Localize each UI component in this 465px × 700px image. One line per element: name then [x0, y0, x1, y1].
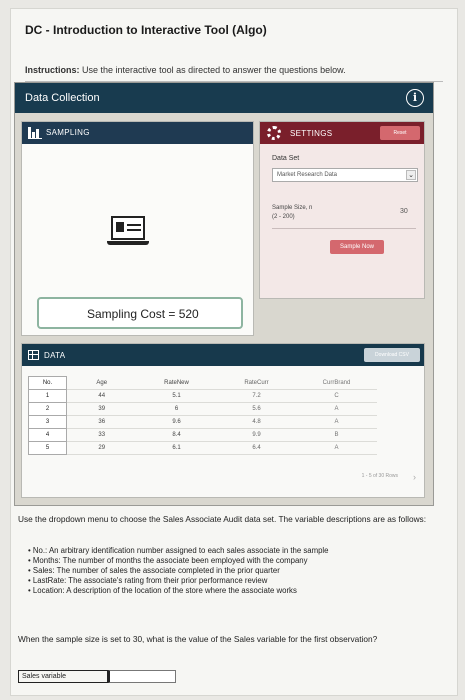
dataset-value: Market Research Data: [277, 172, 338, 178]
data-header: DATA Download CSV: [22, 344, 424, 366]
question-text: When the sample size is set to 30, what …: [18, 634, 378, 644]
settings-label: SETTINGS: [290, 129, 333, 138]
sampling-label: SAMPLING: [46, 128, 90, 137]
settings-header: SETTINGS Reset: [260, 122, 424, 144]
sample-size-label: Sample Size, n (2 - 200): [272, 205, 313, 220]
description-text: Use the dropdown menu to choose the Sale…: [18, 514, 427, 524]
table-cell: B: [296, 428, 377, 442]
table-cell: C: [296, 389, 377, 403]
table-cell: 44: [66, 389, 137, 403]
chevron-right-icon[interactable]: ›: [413, 472, 416, 482]
table-header-row: No. Age RateNew RateCurr CurrBrand: [28, 376, 377, 390]
variable-list: No.: An arbitrary identification number …: [28, 546, 438, 596]
info-icon[interactable]: i: [406, 89, 424, 107]
data-card: DATA Download CSV No. Age RateNew RateCu…: [21, 343, 425, 498]
table-cell: 2: [28, 402, 67, 416]
list-item: Location: A description of the location …: [28, 586, 438, 596]
download-csv-button[interactable]: Download CSV: [364, 348, 420, 362]
column-header: RateCurr: [216, 376, 297, 390]
sampling-cost-box: Sampling Cost = 520: [37, 297, 243, 329]
list-item: No.: An arbitrary identification number …: [28, 546, 438, 556]
table-row: 2 39 6 5.6 A: [28, 402, 377, 416]
table-cell: 6.1: [136, 441, 217, 455]
table-cell: A: [296, 402, 377, 416]
column-header: No.: [28, 376, 67, 390]
table-cell: 5.6: [216, 402, 297, 416]
settings-card: SETTINGS Reset Data Set Market Research …: [259, 121, 425, 299]
panel-header: Data Collection i: [15, 83, 433, 113]
table-cell: 9.9: [216, 428, 297, 442]
bar-chart-icon: [28, 127, 42, 139]
answer-label: Sales variable: [18, 670, 108, 683]
table-cell: A: [296, 441, 377, 455]
column-header: RateNew: [136, 376, 217, 390]
table-cell: 29: [66, 441, 137, 455]
sample-now-button[interactable]: Sample Now: [330, 240, 384, 254]
table-cell: 3: [28, 415, 67, 429]
list-item: Sales: The number of sales the associate…: [28, 566, 438, 576]
instructions-text: Use the interactive tool as directed to …: [82, 65, 346, 75]
table-row: 1 44 5.1 7.2 C: [28, 389, 377, 403]
data-table: No. Age RateNew RateCurr CurrBrand 1 44 5.…: [28, 376, 377, 455]
table-cell: 4: [28, 428, 67, 442]
sample-size-range: (2 - 200): [272, 214, 295, 220]
dataset-label: Data Set: [272, 155, 300, 162]
table-cell: 1: [28, 389, 67, 403]
list-item: Months: The number of months the associa…: [28, 556, 438, 566]
table-cell: 9.6: [136, 415, 217, 429]
sampling-cost: Sampling Cost = 520: [87, 307, 199, 321]
table-cell: 4.8: [216, 415, 297, 429]
column-header: CurrBrand: [296, 376, 377, 390]
table-cell: 8.4: [136, 428, 217, 442]
sampling-header: SAMPLING: [22, 122, 253, 144]
dataset-select[interactable]: Market Research Data ⌄: [272, 168, 418, 182]
answer-input[interactable]: [108, 670, 176, 683]
table-cell: 7.2: [216, 389, 297, 403]
chevron-down-icon[interactable]: ⌄: [406, 170, 416, 180]
panel-title: Data Collection: [25, 92, 100, 104]
page-title: DC - Introduction to Interactive Tool (A…: [25, 23, 267, 37]
sample-size-input[interactable]: 30: [400, 208, 408, 215]
table-row: 4 33 8.4 9.9 B: [28, 428, 377, 442]
instructions-label: Instructions:: [25, 65, 80, 75]
table-cell: 39: [66, 402, 137, 416]
table-cell: 6: [136, 402, 217, 416]
table-cell: 5.1: [136, 389, 217, 403]
table-icon: [28, 350, 39, 360]
table-cell: 36: [66, 415, 137, 429]
sample-size-underline: [272, 228, 416, 229]
table-cell: 5: [28, 441, 67, 455]
table-cell: A: [296, 415, 377, 429]
pagination-text: 1 - 5 of 30 Rows: [361, 473, 398, 479]
table-cell: 6.4: [216, 441, 297, 455]
data-label: DATA: [44, 351, 66, 360]
instructions: Instructions: Use the interactive tool a…: [25, 65, 346, 75]
laptop-icon: [107, 216, 149, 248]
list-item: LastRate: The associate's rating from th…: [28, 576, 438, 586]
reset-button[interactable]: Reset: [380, 126, 420, 140]
gear-icon: [267, 126, 281, 140]
column-header: Age: [66, 376, 137, 390]
data-collection-panel: Data Collection i SAMPLING Sampling Cost…: [14, 82, 434, 506]
table-cell: 33: [66, 428, 137, 442]
table-row: 3 36 9.6 4.8 A: [28, 415, 377, 429]
table-row: 5 29 6.1 6.4 A: [28, 441, 377, 455]
